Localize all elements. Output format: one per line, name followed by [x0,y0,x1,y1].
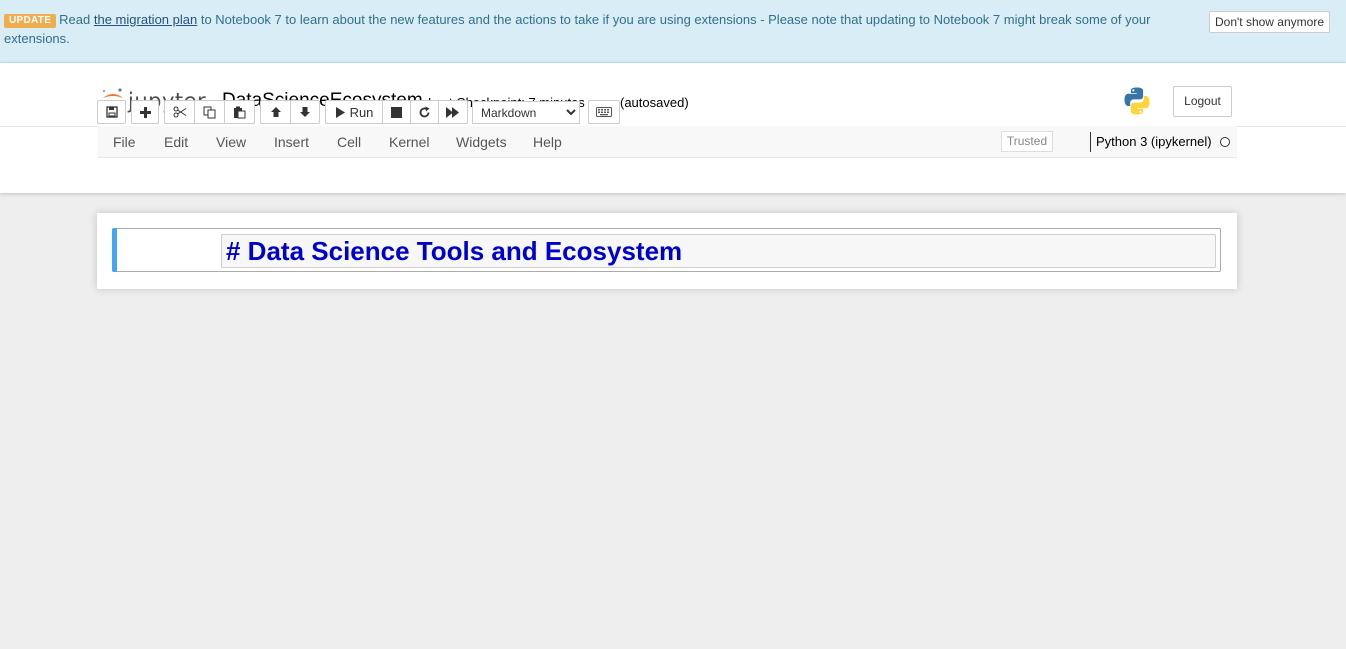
menu-kernel[interactable]: Kernel [389,134,429,150]
menu-view[interactable]: View [216,134,246,150]
menu-help[interactable]: Help [533,134,562,150]
restart-icon [419,106,430,117]
fast-forward-icon [446,106,459,118]
kernel-name[interactable]: Python 3 (ipykernel) [1096,134,1212,149]
arrow-down-icon [300,107,310,117]
paste-icon [234,106,246,118]
arrow-up-icon [270,107,281,117]
banner-text-before: Read [59,12,94,27]
plus-icon [139,106,151,118]
save-button[interactable] [97,100,126,124]
autosave-status: (autosaved) [620,95,689,110]
save-icon [105,106,118,118]
selected-cell-indicator [112,228,117,272]
stop-icon [391,106,402,118]
run-label: Run [349,104,374,120]
cell-editor[interactable]: # Data Science Tools and Ecosystem [221,234,1216,268]
update-badge: UPDATE [4,14,57,28]
move-up-button[interactable] [260,100,291,124]
interrupt-kernel-button[interactable] [382,100,411,124]
migration-plan-link[interactable]: the migration plan [94,12,197,27]
keyboard-icon [596,107,612,117]
dont-show-anymore-button[interactable]: Don't show anymore [1209,11,1330,33]
banner-message: UPDATE Read the migration plan to Noteboo… [4,10,1184,48]
menu-widgets[interactable]: Widgets [456,134,507,150]
cut-icon [173,106,186,118]
menubar: File Edit View Insert Cell Kernel Widget… [98,126,1237,158]
restart-run-all-button[interactable] [438,100,468,124]
menu-edit[interactable]: Edit [164,134,188,150]
python-logo-icon [1124,87,1150,115]
restart-kernel-button[interactable] [410,100,439,124]
trusted-indicator[interactable]: Trusted [1001,131,1053,152]
copy-icon [203,106,216,118]
logout-button[interactable]: Logout [1173,86,1232,117]
migration-banner: UPDATE Read the migration plan to Noteboo… [0,0,1346,63]
play-icon [335,106,345,118]
insert-cell-button[interactable] [131,100,159,124]
menu-file[interactable]: File [113,134,136,150]
menu-insert[interactable]: Insert [274,134,309,150]
copy-button[interactable] [194,100,225,124]
cell-source: # Data Science Tools and Ecosystem [226,236,683,266]
cut-button[interactable] [164,100,195,124]
notebook-container: # Data Science Tools and Ecosystem [97,213,1237,289]
run-button[interactable]: Run [325,100,383,124]
cell-type-select[interactable]: CodeMarkdownRaw NBConvertHeading- [472,101,580,124]
paste-button[interactable] [224,100,255,124]
kernel-status-icon [1220,137,1230,147]
kernel-divider [1090,132,1091,152]
command-palette-button[interactable] [588,100,620,124]
menu-cell[interactable]: Cell [337,134,361,150]
notebook-header: jupyter DataScienceEcosystem Last Checkp… [0,63,1346,193]
move-down-button[interactable] [290,100,320,124]
markdown-cell[interactable]: # Data Science Tools and Ecosystem [112,228,1221,272]
